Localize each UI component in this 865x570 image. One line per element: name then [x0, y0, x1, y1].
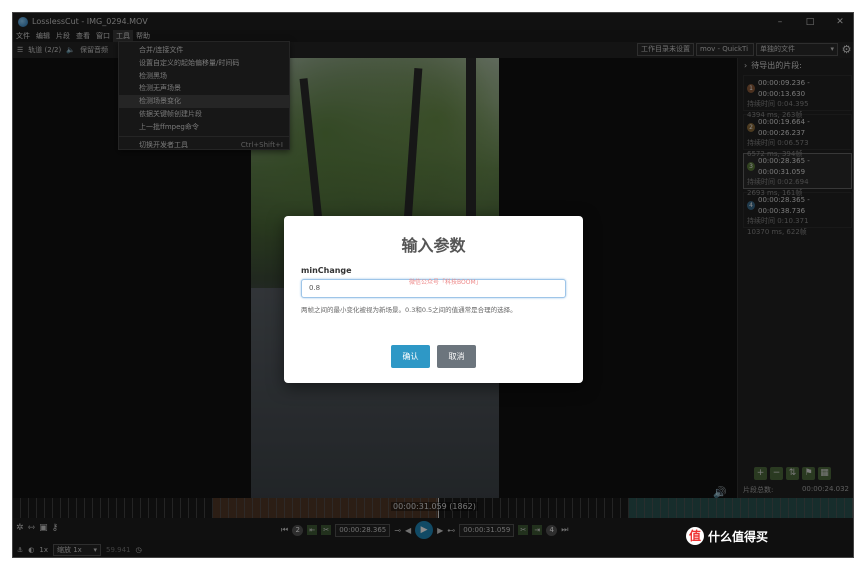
cancel-button[interactable]: 取消 — [437, 345, 476, 368]
watermark-logo: 值 — [686, 527, 704, 545]
confirm-button[interactable]: 确认 — [391, 345, 430, 368]
corner-watermark: 值 什么值得买 — [686, 527, 768, 545]
field-help: 两帧之间的最小变化被视为新场景。0.3和0.5之间的值通常是合理的选择。 — [301, 306, 517, 314]
watermark-text: 什么值得买 — [708, 529, 769, 544]
params-dialog: 输入参数 minChange 0.8 微信公众号「科技BOOM」 两帧之间的最小… — [284, 216, 583, 383]
dialog-watermark: 微信公众号「科技BOOM」 — [409, 279, 482, 286]
field-label: minChange — [301, 266, 352, 275]
app-window: LosslessCut - IMG_0294.MOV – □ ✕ 文件 编辑 片… — [12, 12, 854, 558]
dialog-title: 输入参数 — [401, 236, 466, 255]
